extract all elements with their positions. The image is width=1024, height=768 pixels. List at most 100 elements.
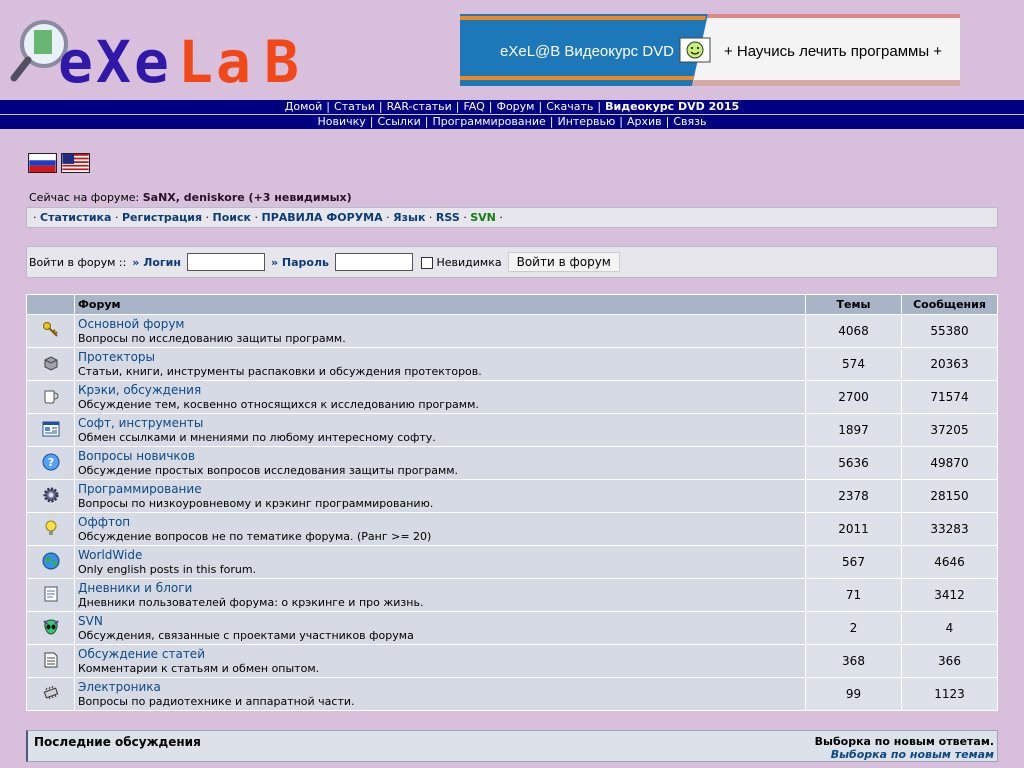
bullet-separator: · [382,211,394,224]
forum-title-link[interactable]: Дневники и блоги [78,581,805,595]
online-user-list[interactable]: SaNX, deniskore (+3 невидимых) [143,191,352,204]
online-prefix: Сейчас на форуме: [29,191,140,204]
forum-title-link[interactable]: Протекторы [78,350,805,364]
video-course-banner[interactable]: eXeL@B Видеокурс DVD + Научись лечить пр… [460,14,960,86]
forum-title-link[interactable]: Оффтоп [78,515,805,529]
secondary-nav-link[interactable]: Интервью [557,115,615,128]
forum-icon-cell [26,347,75,381]
usa-flag-icon[interactable] [61,153,90,173]
forum-icon-cell [26,578,75,612]
nav-separator: | [424,115,429,128]
forum-topics-count: 99 [805,677,902,711]
forum-link-2[interactable]: Поиск [213,211,251,224]
forum-description: Обмен ссылками и мнениями по любому инте… [78,431,436,444]
forum-link-0[interactable]: Статистика [40,211,111,224]
primary-nav-link[interactable]: FAQ [463,100,484,113]
forum-icon-cell [26,545,75,579]
forum-description: Вопросы по исследованию защиты программ. [78,332,346,345]
forum-row: Крэки, обсуждения Обсуждение тем, косвенн… [26,380,998,414]
forum-link-3[interactable]: ПРАВИЛА ФОРУМА [262,211,383,224]
bullet-separator: · [459,211,471,224]
primary-nav-link[interactable]: Видеокурс DVD 2015 [605,100,739,113]
nav-separator: | [665,115,670,128]
forum-row: Протекторы Статьи, книги, инструменты рас… [26,347,998,381]
password-input[interactable] [335,253,413,271]
notepad-icon [42,586,60,606]
banner-right-text: + Научись лечить программы + [724,43,942,60]
site-logo[interactable]: e X e L a B [10,14,330,96]
forum-title-link[interactable]: Электроника [78,680,805,694]
primary-nav-link[interactable]: Статьи [334,100,375,113]
forum-row: Основной форум Вопросы по исследованию за… [26,314,998,348]
forum-title-link[interactable]: Программирование [78,482,805,496]
forum-icon-cell [26,644,75,678]
forum-topics-count: 368 [805,644,902,678]
forum-title-link[interactable]: Основной форум [78,317,805,331]
login-label: » Логин [132,255,181,269]
primary-nav-link[interactable]: Скачать [546,100,593,113]
forum-info-cell: Дневники и блоги Дневники пользователей ф… [74,578,806,612]
forum-link-1[interactable]: Регистрация [122,211,202,224]
alien-icon [42,618,60,639]
forum-posts-count: 28150 [901,479,998,513]
forum-icon-cell [26,413,75,447]
forum-title-link[interactable]: Обсуждение статей [78,647,805,661]
new-replies-link[interactable]: Выборка по новым ответам. [815,735,994,748]
forum-title-link[interactable]: Крэки, обсуждения [78,383,805,397]
forum-row: Оффтоп Обсуждение вопросов не по тематике… [26,512,998,546]
forum-link-5[interactable]: RSS [436,211,460,224]
secondary-nav-link[interactable]: Новичку [317,115,365,128]
login-prefix: Войти в форум :: [29,255,127,269]
new-topics-link[interactable]: Выборка по новым темам [831,748,994,761]
forum-icon-cell: ? [26,446,75,480]
forum-posts-count: 1123 [901,677,998,711]
forum-info-cell: Электроника Вопросы по радиотехнике и апп… [74,677,806,711]
forum-posts-count: 4 [901,611,998,645]
forum-description: Обсуждение вопросов не по тематике форум… [78,530,432,543]
gear-icon [42,487,60,507]
forum-row: Софт, инструменты Обмен ссылками и мнения… [26,413,998,447]
forum-description: Дневники пользователей форума: о крэкинг… [78,596,424,609]
primary-nav-link[interactable]: RAR-статьи [387,100,452,113]
forum-posts-count: 49870 [901,446,998,480]
bullet-separator: · [251,211,262,224]
forum-link-4[interactable]: Язык [393,211,425,224]
svg-text:X: X [96,28,131,88]
bulb-icon [42,520,60,540]
forum-row: SVN Обсуждения, связанные с проектами уча… [26,611,998,645]
forum-info-cell: Софт, инструменты Обмен ссылками и мнения… [74,413,806,447]
forum-icon-cell [26,479,75,513]
forum-icon-cell [26,380,75,414]
forum-column-header: Форум [74,294,806,315]
secondary-nav-link[interactable]: Связь [673,115,706,128]
key-icon [42,321,60,342]
nav-separator: | [619,115,623,128]
nav-separator: | [538,100,543,113]
secondary-nav-link[interactable]: Архив [627,115,662,128]
forum-title-link[interactable]: Вопросы новичков [78,449,805,463]
forum-topics-count: 2378 [805,479,902,513]
forum-topics-count: 2 [805,611,902,645]
forum-topics-count: 567 [805,545,902,579]
cup-icon [42,390,60,408]
forum-description: Обсуждение тем, косвенно относящихся к и… [78,398,479,411]
forum-topics-count: 1897 [805,413,902,447]
invisible-checkbox[interactable] [421,256,433,269]
secondary-nav-link[interactable]: Ссылки [378,115,421,128]
primary-nav-link[interactable]: Форум [496,100,534,113]
forum-title-link[interactable]: SVN [78,614,805,628]
secondary-nav-link[interactable]: Программирование [432,115,545,128]
login-input[interactable] [186,253,265,271]
forum-posts-count: 37205 [901,413,998,447]
primary-nav-link[interactable]: Домой [285,100,323,113]
forum-topics-count: 4068 [805,314,902,348]
forum-title-link[interactable]: WorldWide [78,548,805,562]
forum-link-6[interactable]: SVN [470,211,496,224]
login-button[interactable]: Войти в форум [507,252,620,272]
forum-title-link[interactable]: Софт, инструменты [78,416,805,430]
forum-description: Обсуждение простых вопросов исследования… [78,464,459,477]
forum-links-bar: · Статистика · Регистрация · Поиск · ПРА… [26,207,998,228]
window-icon [42,421,60,441]
russia-flag-icon[interactable] [28,153,57,173]
forum-row: WorldWide Only english posts in this foru… [26,545,998,579]
